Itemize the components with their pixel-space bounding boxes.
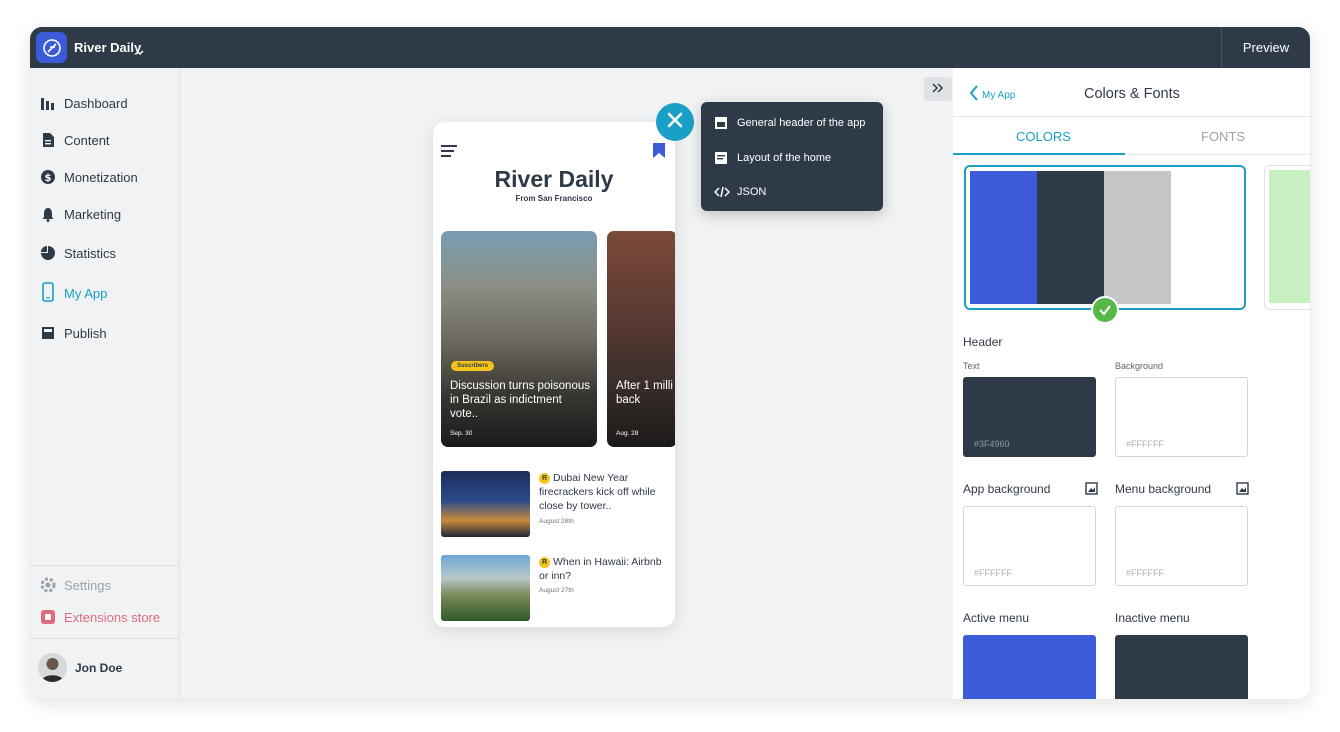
phone-icon [40,282,56,302]
background-color-label: Background [1115,361,1164,371]
phone-preview: River Daily From San Francisco Suscriber… [433,122,675,627]
close-icon [667,112,683,133]
sidebar-item-content[interactable]: Content [30,125,179,155]
featured-article-card[interactable]: Suscribers Discussion turns poisonous in… [441,231,597,447]
layout-icon [714,151,728,165]
menu-item-general-header[interactable]: General header of the app [701,109,883,137]
reserved-badge: R [539,557,550,568]
pie-chart-icon [40,245,56,261]
tab-fonts[interactable]: FONTS [1201,129,1245,144]
sidebar-item-my-app[interactable]: My App [30,278,179,308]
sidebar-divider [30,565,179,566]
bar-chart-icon [40,95,56,111]
menu-item-home-layout[interactable]: Layout of the home [701,144,883,172]
dollar-icon: $ [40,169,56,185]
sidebar-item-monetization[interactable]: $ Monetization [30,162,179,192]
svg-text:$: $ [45,173,52,184]
collapse-panel-button[interactable] [924,77,952,101]
article-date: Sep. 30 [450,430,473,437]
color-hex-value: #3F4960 [974,439,1010,449]
panel-title: Colors & Fonts [1084,86,1180,102]
hamburger-menu-icon[interactable] [441,144,457,163]
palette-swatch [1037,171,1104,304]
app-logo-icon[interactable] [36,32,67,63]
top-bar: River Daily Preview [30,27,1310,68]
active-tab-indicator [953,153,1125,155]
phone-app-subtitle: From San Francisco [515,194,593,203]
app-window: River Daily Preview Dashboard Content $ … [30,27,1310,699]
color-palette-option[interactable] [1264,165,1310,310]
article-thumbnail[interactable] [441,471,530,537]
palette-swatch [1171,171,1240,304]
chevron-left-icon [969,85,978,106]
list-item-headline[interactable]: R Dubai New Year firecrackers kick off wh… [539,471,671,513]
checkmark-icon [1091,296,1119,324]
extensions-icon [40,609,56,625]
color-hex-value: #FFFFFF [1126,568,1164,578]
menu-background-label: Menu background [1115,482,1212,496]
header-section-title: Header [963,335,1003,349]
app-background-label: App background [963,482,1051,496]
sidebar-divider [30,638,179,639]
double-chevron-right-icon [932,80,944,98]
colors-fonts-panel: My App Colors & Fonts COLORS FONTS Heade… [953,68,1310,699]
publish-icon [40,325,56,341]
tab-colors[interactable]: COLORS [1016,129,1071,144]
divider [953,116,1310,117]
article-headline: After 1 milli Europe’s fr back [616,380,675,406]
sidebar-item-dashboard[interactable]: Dashboard [30,88,179,118]
header-text-color-field[interactable]: #3F4960 [963,377,1096,457]
close-menu-button[interactable] [656,103,694,141]
palette-swatch [1269,170,1310,303]
menu-background-color-field[interactable]: #FFFFFF [1115,506,1248,586]
image-icon[interactable] [1085,482,1098,495]
sidebar-item-marketing[interactable]: Marketing [30,199,179,229]
list-item-date: August 27th [539,587,574,594]
header-icon [714,116,728,130]
app-switcher-label[interactable]: River Daily [74,40,141,55]
inactive-menu-label: Inactive menu [1115,611,1190,625]
back-link[interactable]: My App [969,85,1015,106]
inactive-menu-color-field[interactable] [1115,635,1248,699]
code-icon [713,185,731,199]
sidebar: Dashboard Content $ Monetization Marketi… [30,68,180,699]
sidebar-item-publish[interactable]: Publish [30,318,179,348]
article-thumbnail[interactable] [441,555,530,621]
sidebar-item-statistics[interactable]: Statistics [30,238,179,268]
image-icon[interactable] [1236,482,1249,495]
document-icon [40,132,56,148]
palette-swatch [1104,171,1171,304]
sidebar-item-settings[interactable]: Settings [30,570,179,600]
list-item-headline[interactable]: R When in Hawaii: Airbnb or inn? [539,555,671,583]
bell-icon [40,206,56,222]
active-menu-color-field[interactable] [963,635,1096,699]
chevron-down-icon[interactable] [136,43,144,61]
text-color-label: Text [963,361,980,371]
app-background-color-field[interactable]: #FFFFFF [963,506,1096,586]
preview-button[interactable]: Preview [1221,27,1310,68]
featured-article-card[interactable]: After 1 milli Europe’s fr back Aug. 28 [607,231,675,447]
edit-popover-menu: General header of the app Layout of the … [701,102,883,211]
color-hex-value: #FFFFFF [974,568,1012,578]
reserved-badge: R [539,473,550,484]
phone-app-title: River Daily [494,166,614,192]
header-background-color-field[interactable]: #FFFFFF [1115,377,1248,457]
color-palette-selected[interactable] [964,165,1246,310]
gear-icon [40,577,56,593]
color-hex-value: #FFFFFF [1126,439,1164,449]
menu-item-json[interactable]: JSON [701,178,883,206]
article-headline: Discussion turns poisonous in Brazil as … [450,380,590,420]
avatar[interactable] [38,653,67,682]
palette-swatch [970,171,1037,304]
sidebar-item-extensions-store[interactable]: Extensions store [30,602,179,632]
active-menu-label: Active menu [963,611,1030,625]
subscribers-badge: Suscribers [451,361,495,371]
article-date: Aug. 28 [616,430,639,437]
list-item-date: August 28th [539,518,574,525]
user-name[interactable]: Jon Doe [75,661,122,675]
bookmark-icon[interactable] [653,143,665,163]
